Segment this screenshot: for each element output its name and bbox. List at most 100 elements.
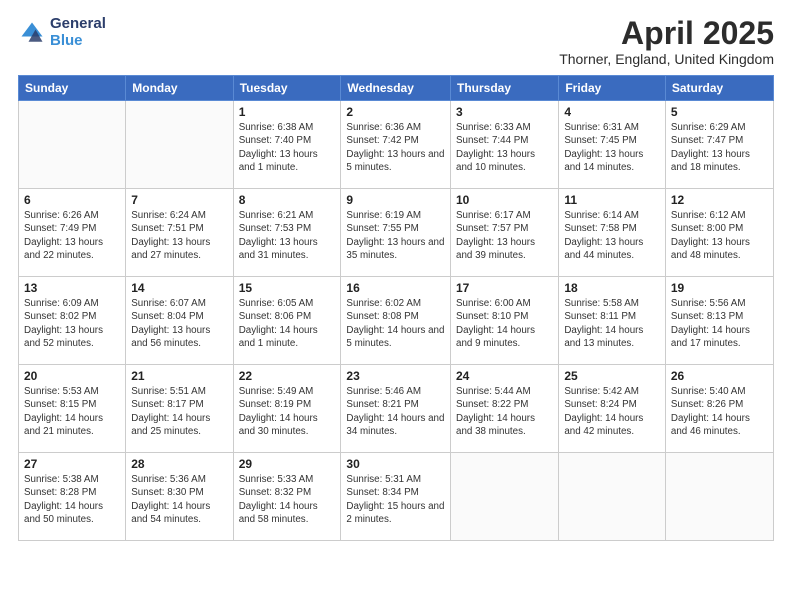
day-number: 14 bbox=[131, 281, 227, 295]
calendar-cell: 10 Sunrise: 6:17 AMSunset: 7:57 PMDayligh… bbox=[451, 189, 559, 277]
page: General Blue April 2025 Thorner, England… bbox=[0, 0, 792, 612]
calendar-cell: 9 Sunrise: 6:19 AMSunset: 7:55 PMDaylight… bbox=[341, 189, 451, 277]
calendar-cell: 19 Sunrise: 5:56 AMSunset: 8:13 PMDayligh… bbox=[665, 277, 773, 365]
day-info: Sunrise: 6:12 AMSunset: 8:00 PMDaylight:… bbox=[671, 209, 768, 262]
day-number: 9 bbox=[346, 193, 445, 207]
day-info: Sunrise: 6:09 AMSunset: 8:02 PMDaylight:… bbox=[24, 297, 120, 350]
calendar-cell: 1Sunrise: 6:38 AMSunset: 7:40 PMDaylight… bbox=[233, 101, 341, 189]
calendar-cell: 30 Sunrise: 5:31 AMSunset: 8:34 PMDayligh… bbox=[341, 453, 451, 541]
day-info: Sunrise: 6:24 AMSunset: 7:51 PMDaylight:… bbox=[131, 209, 227, 262]
day-number: 17 bbox=[456, 281, 553, 295]
day-info: Sunrise: 6:17 AMSunset: 7:57 PMDaylight:… bbox=[456, 209, 553, 262]
title-location: Thorner, England, United Kingdom bbox=[559, 51, 774, 67]
day-info: Sunrise: 6:31 AMSunset: 7:45 PMDaylight:… bbox=[564, 121, 660, 174]
day-number: 4 bbox=[564, 105, 660, 119]
day-info: Sunrise: 6:00 AMSunset: 8:10 PMDaylight:… bbox=[456, 297, 553, 350]
day-info: Sunrise: 5:51 AMSunset: 8:17 PMDaylight:… bbox=[131, 385, 227, 438]
col-monday: Monday bbox=[126, 76, 233, 101]
calendar-cell: 25Sunrise: 5:42 AMSunset: 8:24 PMDayligh… bbox=[559, 365, 666, 453]
calendar-cell: 28 Sunrise: 5:36 AMSunset: 8:30 PMDayligh… bbox=[126, 453, 233, 541]
calendar-cell: 5Sunrise: 6:29 AMSunset: 7:47 PMDaylight… bbox=[665, 101, 773, 189]
day-number: 11 bbox=[564, 193, 660, 207]
col-friday: Friday bbox=[559, 76, 666, 101]
calendar-cell: 4 Sunrise: 6:31 AMSunset: 7:45 PMDaylight… bbox=[559, 101, 666, 189]
calendar-week-3: 13 Sunrise: 6:09 AMSunset: 8:02 PMDayligh… bbox=[19, 277, 774, 365]
calendar-cell: 29Sunrise: 5:33 AMSunset: 8:32 PMDayligh… bbox=[233, 453, 341, 541]
day-info: Sunrise: 5:36 AMSunset: 8:30 PMDaylight:… bbox=[131, 473, 227, 526]
calendar-cell: 18 Sunrise: 5:58 AMSunset: 8:11 PMDayligh… bbox=[559, 277, 666, 365]
calendar-cell: 14 Sunrise: 6:07 AMSunset: 8:04 PMDayligh… bbox=[126, 277, 233, 365]
calendar-week-1: 1Sunrise: 6:38 AMSunset: 7:40 PMDaylight… bbox=[19, 101, 774, 189]
day-number: 10 bbox=[456, 193, 553, 207]
day-info: Sunrise: 5:38 AMSunset: 8:28 PMDaylight:… bbox=[24, 473, 120, 526]
day-number: 2 bbox=[346, 105, 445, 119]
col-wednesday: Wednesday bbox=[341, 76, 451, 101]
day-number: 12 bbox=[671, 193, 768, 207]
day-number: 27 bbox=[24, 457, 120, 471]
day-number: 21 bbox=[131, 369, 227, 383]
col-tuesday: Tuesday bbox=[233, 76, 341, 101]
day-number: 15 bbox=[239, 281, 336, 295]
col-saturday: Saturday bbox=[665, 76, 773, 101]
calendar-cell: 16 Sunrise: 6:02 AMSunset: 8:08 PMDayligh… bbox=[341, 277, 451, 365]
header: General Blue April 2025 Thorner, England… bbox=[18, 16, 774, 67]
day-info: Sunrise: 6:14 AMSunset: 7:58 PMDaylight:… bbox=[564, 209, 660, 262]
calendar-cell: 12 Sunrise: 6:12 AMSunset: 8:00 PMDayligh… bbox=[665, 189, 773, 277]
calendar-cell: 24 Sunrise: 5:44 AMSunset: 8:22 PMDayligh… bbox=[451, 365, 559, 453]
calendar-table: Sunday Monday Tuesday Wednesday Thursday… bbox=[18, 75, 774, 541]
logo-icon bbox=[18, 19, 46, 47]
day-info: Sunrise: 6:07 AMSunset: 8:04 PMDaylight:… bbox=[131, 297, 227, 350]
day-info: Sunrise: 5:33 AMSunset: 8:32 PMDaylight:… bbox=[239, 473, 336, 526]
day-number: 28 bbox=[131, 457, 227, 471]
calendar-cell bbox=[19, 101, 126, 189]
day-info: Sunrise: 5:40 AMSunset: 8:26 PMDaylight:… bbox=[671, 385, 768, 438]
calendar-cell bbox=[665, 453, 773, 541]
day-info: Sunrise: 6:36 AMSunset: 7:42 PMDaylight:… bbox=[346, 121, 445, 174]
calendar-week-5: 27 Sunrise: 5:38 AMSunset: 8:28 PMDayligh… bbox=[19, 453, 774, 541]
logo-blue-text: Blue bbox=[50, 33, 106, 50]
col-sunday: Sunday bbox=[19, 76, 126, 101]
day-info: Sunrise: 6:33 AMSunset: 7:44 PMDaylight:… bbox=[456, 121, 553, 174]
logo-general-text: General bbox=[50, 16, 106, 33]
calendar-cell: 2 Sunrise: 6:36 AMSunset: 7:42 PMDaylight… bbox=[341, 101, 451, 189]
day-number: 24 bbox=[456, 369, 553, 383]
calendar-cell: 23 Sunrise: 5:46 AMSunset: 8:21 PMDayligh… bbox=[341, 365, 451, 453]
title-block: April 2025 Thorner, England, United King… bbox=[559, 16, 774, 67]
calendar-cell: 7Sunrise: 6:24 AMSunset: 7:51 PMDaylight… bbox=[126, 189, 233, 277]
calendar-cell bbox=[559, 453, 666, 541]
calendar-cell: 22 Sunrise: 5:49 AMSunset: 8:19 PMDayligh… bbox=[233, 365, 341, 453]
day-number: 8 bbox=[239, 193, 336, 207]
day-number: 13 bbox=[24, 281, 120, 295]
day-number: 6 bbox=[24, 193, 120, 207]
day-number: 5 bbox=[671, 105, 768, 119]
day-info: Sunrise: 5:31 AMSunset: 8:34 PMDaylight:… bbox=[346, 473, 445, 526]
day-number: 18 bbox=[564, 281, 660, 295]
calendar-cell: 26Sunrise: 5:40 AMSunset: 8:26 PMDayligh… bbox=[665, 365, 773, 453]
logo: General Blue bbox=[18, 16, 106, 49]
day-info: Sunrise: 5:44 AMSunset: 8:22 PMDaylight:… bbox=[456, 385, 553, 438]
calendar-cell bbox=[451, 453, 559, 541]
day-number: 16 bbox=[346, 281, 445, 295]
day-info: Sunrise: 6:21 AMSunset: 7:53 PMDaylight:… bbox=[239, 209, 336, 262]
calendar-cell: 13 Sunrise: 6:09 AMSunset: 8:02 PMDayligh… bbox=[19, 277, 126, 365]
day-info: Sunrise: 5:58 AMSunset: 8:11 PMDaylight:… bbox=[564, 297, 660, 350]
day-number: 19 bbox=[671, 281, 768, 295]
day-info: Sunrise: 6:19 AMSunset: 7:55 PMDaylight:… bbox=[346, 209, 445, 262]
day-number: 23 bbox=[346, 369, 445, 383]
day-info: Sunrise: 5:46 AMSunset: 8:21 PMDaylight:… bbox=[346, 385, 445, 438]
day-info: Sunrise: 5:56 AMSunset: 8:13 PMDaylight:… bbox=[671, 297, 768, 350]
col-thursday: Thursday bbox=[451, 76, 559, 101]
day-number: 30 bbox=[346, 457, 445, 471]
day-info: Sunrise: 5:53 AMSunset: 8:15 PMDaylight:… bbox=[24, 385, 120, 438]
calendar-cell: 27 Sunrise: 5:38 AMSunset: 8:28 PMDayligh… bbox=[19, 453, 126, 541]
day-number: 3 bbox=[456, 105, 553, 119]
calendar-cell: 17 Sunrise: 6:00 AMSunset: 8:10 PMDayligh… bbox=[451, 277, 559, 365]
title-month: April 2025 bbox=[559, 16, 774, 51]
calendar-week-2: 6 Sunrise: 6:26 AMSunset: 7:49 PMDaylight… bbox=[19, 189, 774, 277]
day-info: Sunrise: 5:42 AMSunset: 8:24 PMDaylight:… bbox=[564, 385, 660, 438]
day-number: 22 bbox=[239, 369, 336, 383]
day-info: Sunrise: 6:26 AMSunset: 7:49 PMDaylight:… bbox=[24, 209, 120, 262]
day-info: Sunrise: 5:49 AMSunset: 8:19 PMDaylight:… bbox=[239, 385, 336, 438]
calendar-cell: 3 Sunrise: 6:33 AMSunset: 7:44 PMDaylight… bbox=[451, 101, 559, 189]
day-info: Sunrise: 6:02 AMSunset: 8:08 PMDaylight:… bbox=[346, 297, 445, 350]
